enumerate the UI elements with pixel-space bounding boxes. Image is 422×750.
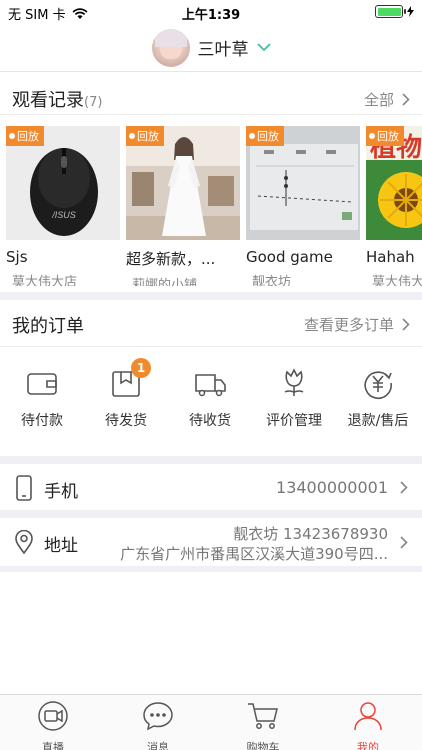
profile-header[interactable]: 三叶草 [0,24,422,72]
avatar[interactable] [151,28,190,67]
address-contact: 靓衣坊 13423678930 [233,525,388,543]
tab-live[interactable]: 直播 [18,701,88,750]
replay-badge: 回放 [126,126,164,146]
wallet-icon [25,366,59,400]
history-item-shop: 靓衣坊 [252,275,292,286]
history-item[interactable]: 回放 超多新款，... 莉娜的小铺 [126,126,240,286]
address-line: 广东省广州市番禺区汉溪大道390号四... [120,545,388,563]
message-icon [143,702,173,731]
username[interactable]: 三叶草 [198,35,249,60]
history-item-title: Hahah [366,248,415,266]
address-row[interactable]: 地址 靓衣坊 13423678930 广东省广州市番禺区汉溪大道390号四... [0,518,422,566]
history-title: 观看记录(7) [12,90,103,111]
tab-bar: 直播 消息 购物车 我的 [0,694,422,750]
section-divider [0,510,422,518]
status-time: 上午1:39 [181,8,241,23]
history-item-shop: 莫大伟大 [372,275,422,286]
thumbnail-image[interactable]: 回放 [126,126,240,240]
replay-badge: 回放 [6,126,44,146]
order-refund[interactable]: 退款/售后 [336,364,420,430]
phone-row[interactable]: 手机 13400000001 [0,464,422,510]
order-pending-receipt[interactable]: 待收货 [168,364,252,430]
chevron-right-icon [402,318,410,331]
thumbnail-image[interactable]: 回放 [246,126,360,240]
divider [0,114,422,115]
chevron-right-icon [400,481,408,494]
tab-cart[interactable]: 购物车 [228,701,298,750]
cart-icon [248,703,278,729]
orders-title: 我的订单 [12,316,84,337]
tab-mine[interactable]: 我的 [333,701,403,750]
flower-icon [277,366,311,400]
chevron-right-icon [400,536,408,549]
phone-value: 13400000001 [276,478,388,497]
status-bar: 无 SIM 卡 上午1:39 [0,0,422,24]
section-divider [0,566,422,572]
history-item-title: Sjs [6,248,28,266]
replay-badge: 回放 [246,126,284,146]
location-pin-icon [15,530,33,554]
divider [0,346,422,347]
history-item-shop: 莉娜的小铺 [132,278,198,286]
section-divider [0,292,422,300]
phone-icon [16,475,32,501]
charging-bolt-icon [407,6,414,17]
orders-more-link[interactable]: 查看更多订单 [304,314,410,335]
truck-icon [193,366,227,400]
notification-badge: 1 [131,358,151,378]
order-pending-payment[interactable]: 待付款 [0,364,84,430]
address-label: 地址 [44,536,78,556]
phone-label: 手机 [44,482,78,502]
history-all-link[interactable]: 全部 [364,89,410,110]
history-list: 回放 /ISUS Sjs 莫大伟大店 回放 超多新款，... 莉娜的小铺 回放 … [6,126,422,286]
profile-icon [354,702,382,731]
thumbnail-image[interactable]: 回放 /ISUS [6,126,120,240]
battery-icon [375,5,406,18]
svg-text:/ISUS: /ISUS [51,210,76,220]
order-status-row: 待付款 1 待发货 待收货 评价管理 退款/售后 [0,358,422,454]
history-item[interactable]: 回放 植物 Hahah 莫大伟大 [366,126,422,286]
history-item[interactable]: 回放 /ISUS Sjs 莫大伟大店 [6,126,120,286]
replay-badge: 回放 [366,126,404,146]
history-item[interactable]: 回放 Good game 靓衣坊 [246,126,360,286]
history-count: (7) [84,95,103,110]
yen-refund-icon [361,366,395,400]
history-item-title: 超多新款，... [126,250,216,268]
thumbnail-image[interactable]: 回放 植物 [366,126,422,240]
package-icon: 1 [109,358,151,400]
live-camera-icon [38,701,68,731]
history-item-shop: 莫大伟大店 [12,275,78,286]
section-divider [0,456,422,464]
history-item-title: Good game [246,248,333,266]
chevron-right-icon [402,93,410,106]
chevron-down-icon[interactable] [256,43,271,52]
tab-messages[interactable]: 消息 [123,701,193,750]
order-reviews[interactable]: 评价管理 [252,364,336,430]
order-pending-shipment[interactable]: 1 待发货 [84,358,168,430]
